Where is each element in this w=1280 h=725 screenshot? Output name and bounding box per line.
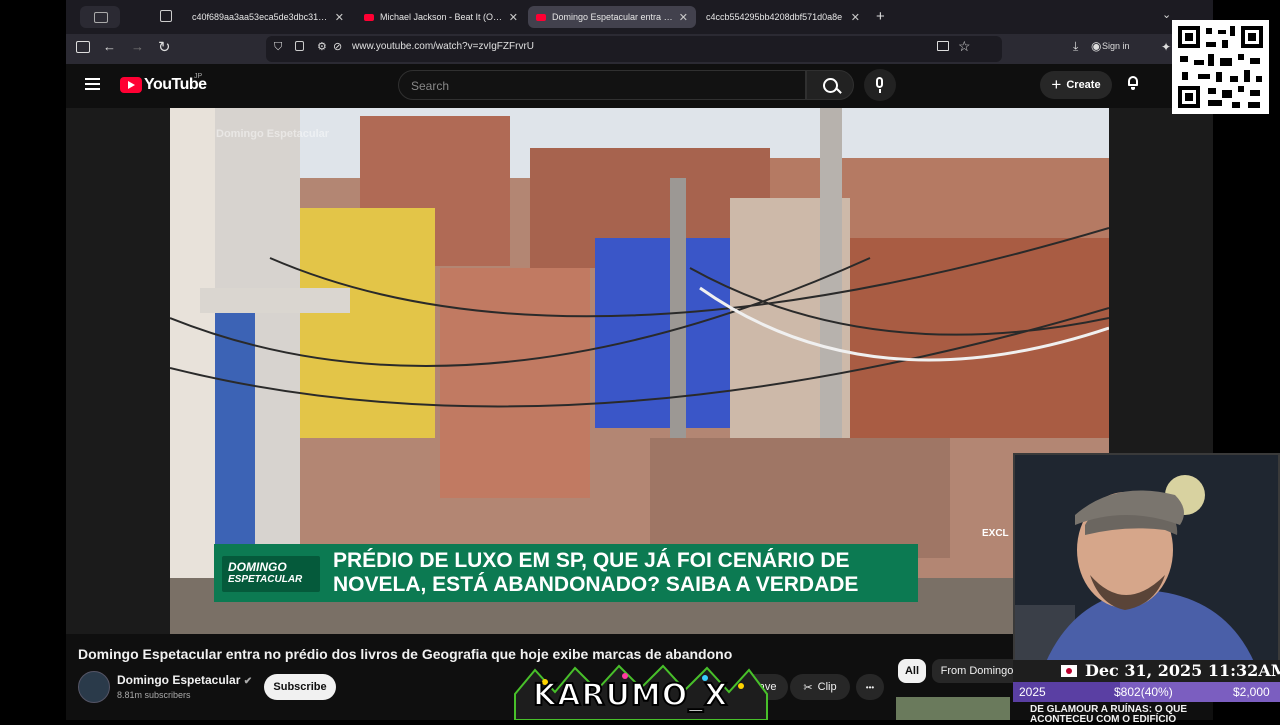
banner-logo: DOMINGO ESPETACULAR bbox=[222, 556, 320, 592]
menu-icon[interactable] bbox=[85, 78, 100, 90]
close-icon[interactable]: ✕ bbox=[509, 11, 518, 24]
region-code: JP bbox=[194, 73, 203, 80]
progress-amount: $802(40%) bbox=[1114, 685, 1173, 699]
banner-logo-line1: DOMINGO bbox=[228, 560, 287, 574]
tab-label: c4ccb554295bb4208dbf571d0a8e bbox=[706, 12, 843, 22]
permissions-icon[interactable]: ⚙ bbox=[317, 40, 327, 53]
tab-2[interactable]: Michael Jackson - Beat It (Offici ✕ bbox=[356, 6, 526, 28]
search-placeholder: Search bbox=[411, 79, 450, 93]
related-video-thumbnail[interactable] bbox=[896, 697, 1010, 720]
extensions-icon[interactable]: ✦ bbox=[1161, 40, 1171, 54]
banner-headline-1: PRÉDIO DE LUXO EM SP, QUE JÁ FOI CENÁRIO… bbox=[333, 549, 850, 572]
search-button[interactable] bbox=[806, 70, 854, 100]
tab-1[interactable]: c40f689aa3aa53eca5de3dbc3150f ✕ bbox=[184, 6, 352, 28]
tab-3-active[interactable]: Domingo Espetacular entra no p ✕ bbox=[528, 6, 696, 28]
subscribe-button[interactable]: Subscribe bbox=[264, 674, 336, 700]
blocked-media-icon[interactable]: ⊘ bbox=[333, 40, 342, 53]
close-icon[interactable]: ✕ bbox=[335, 11, 344, 24]
tab-label: Domingo Espetacular entra no p bbox=[552, 12, 673, 22]
japan-flag-icon bbox=[1061, 665, 1077, 677]
close-icon[interactable]: ✕ bbox=[679, 11, 688, 24]
more-icon: ••• bbox=[865, 682, 875, 692]
voice-search-button[interactable] bbox=[864, 69, 896, 101]
shield-icon[interactable]: ⛉ bbox=[274, 41, 282, 54]
webcam-overlay bbox=[1013, 453, 1280, 666]
datetime-text: Dec 31, 2025 11:32AM bbox=[1085, 661, 1280, 680]
youtube-logo-icon[interactable] bbox=[120, 77, 142, 93]
channel-avatar[interactable] bbox=[78, 671, 110, 703]
tab-groups-icon[interactable] bbox=[160, 10, 172, 22]
notifications-bell-icon[interactable] bbox=[1126, 76, 1140, 90]
microphone-icon bbox=[876, 77, 883, 88]
tab-bar: c40f689aa3aa53eca5de3dbc3150f ✕ Michael J… bbox=[66, 0, 1213, 34]
scissors-icon: ✂ bbox=[803, 681, 813, 694]
account-icon[interactable]: ◉ bbox=[1091, 39, 1101, 53]
qr-code bbox=[1172, 20, 1269, 114]
more-actions-button[interactable]: ••• bbox=[856, 674, 884, 700]
verified-check-icon: ✔ bbox=[243, 676, 253, 687]
create-button[interactable]: + Create bbox=[1040, 71, 1112, 99]
progress-year: 2025 bbox=[1019, 685, 1046, 699]
clip-label: Clip bbox=[817, 681, 837, 693]
tab-4[interactable]: c4ccb554295bb4208dbf571d0a8e ✕ bbox=[698, 6, 868, 28]
progress-goal: $2,000 bbox=[1233, 685, 1270, 699]
bookmark-star-icon[interactable]: ☆ bbox=[958, 38, 971, 55]
youtube-favicon-icon bbox=[364, 13, 374, 21]
chip-all[interactable]: All bbox=[898, 659, 926, 683]
streamer-logo-text: KARUMO_X bbox=[532, 677, 729, 714]
downloads-icon[interactable]: ⤓ bbox=[1073, 39, 1078, 54]
create-label: Create bbox=[1066, 79, 1101, 91]
clip-button[interactable]: ✂ Clip bbox=[790, 674, 850, 700]
plus-icon: + bbox=[1051, 75, 1062, 94]
banner-headline-2: NOVELA, ESTÁ ABANDONADO? SAIBA A VERDADE bbox=[333, 573, 859, 596]
tab-label: c40f689aa3aa53eca5de3dbc3150f bbox=[192, 12, 329, 22]
reload-icon[interactable]: ↻ bbox=[158, 38, 171, 56]
chevron-down-icon[interactable]: ⌄ bbox=[1162, 8, 1171, 21]
url-text[interactable]: www.youtube.com/watch?v=zvIgFZFrvrU bbox=[352, 41, 534, 52]
forward-arrow-icon[interactable]: → bbox=[131, 39, 144, 54]
webcam-person-image bbox=[1015, 455, 1278, 664]
streamer-logo: KARUMO_X bbox=[505, 664, 775, 721]
video-title: Domingo Espetacular entra no prédio dos … bbox=[78, 646, 733, 662]
close-icon[interactable]: ✕ bbox=[851, 11, 860, 24]
subscriber-count: 8.81m subscribers bbox=[117, 690, 191, 700]
chip-from-channel[interactable]: From Domingo bbox=[932, 659, 1022, 683]
video-watermark: Domingo Espetacular bbox=[216, 128, 330, 140]
corner-tag: EXCL bbox=[982, 528, 1009, 539]
search-input[interactable]: Search bbox=[398, 70, 806, 100]
back-arrow-icon[interactable]: ← bbox=[103, 39, 116, 54]
channel-name[interactable]: Domingo Espetacular ✔ bbox=[117, 673, 252, 687]
window-icon bbox=[94, 12, 108, 23]
news-banner: DOMINGO ESPETACULAR PRÉDIO DE LUXO EM SP… bbox=[214, 544, 918, 602]
channel-name-text: Domingo Espetacular bbox=[117, 673, 241, 687]
sidebar-icon[interactable] bbox=[76, 41, 90, 53]
donation-progress: 2025 $802(40%) $2,000 bbox=[1013, 682, 1280, 702]
picture-in-picture-icon[interactable] bbox=[937, 41, 949, 51]
banner-logo-line2: ESPETACULAR bbox=[228, 574, 303, 585]
search-icon bbox=[823, 78, 838, 93]
datetime-bar: Dec 31, 2025 11:32AM bbox=[1013, 660, 1280, 684]
sidebar-toggle[interactable] bbox=[80, 6, 120, 28]
sign-in-button[interactable]: Sign in bbox=[1102, 41, 1130, 51]
tab-label: Michael Jackson - Beat It (Offici bbox=[380, 12, 503, 22]
youtube-favicon-icon bbox=[536, 13, 546, 21]
lock-icon[interactable] bbox=[295, 41, 304, 51]
new-tab-plus-icon[interactable]: + bbox=[876, 8, 885, 25]
